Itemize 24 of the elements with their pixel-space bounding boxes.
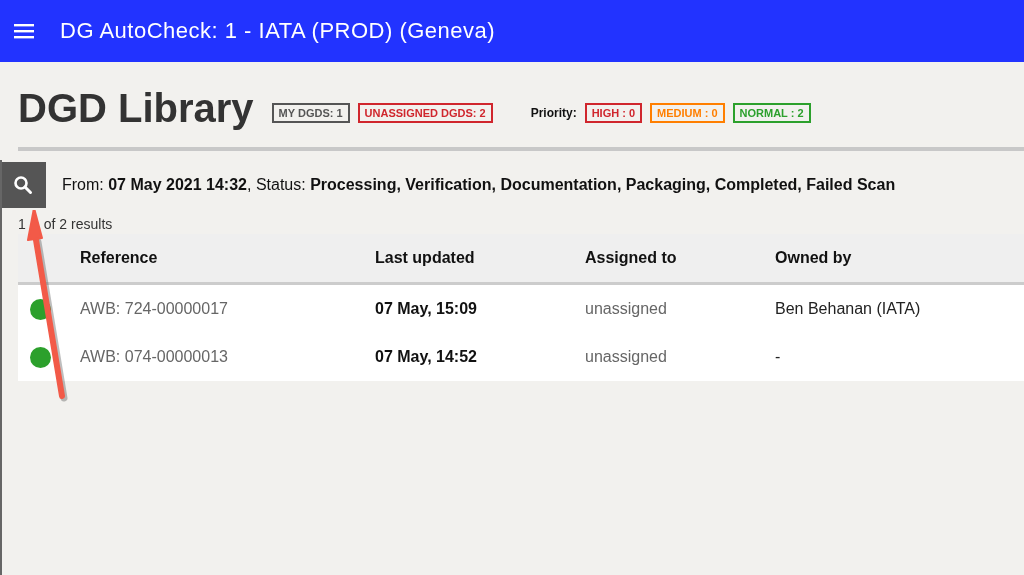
priority-label: Priority:: [530, 105, 577, 120]
table-cell-text: AWB: 074-00000013: [79, 348, 229, 366]
menu-icon[interactable]: [14, 23, 34, 39]
table-cell-text: Ben Behanan (IATA): [774, 300, 922, 318]
table-cell-text: -: [774, 348, 782, 366]
column-header[interactable]: Owned by: [757, 249, 1024, 267]
counter-badge[interactable]: MY DGDS: 1: [271, 102, 350, 123]
table-cell-text: 07 May, 14:52: [374, 348, 478, 366]
table-cell-text: unassigned: [584, 348, 668, 366]
page-title: DGD Library: [18, 86, 254, 131]
priority-badge[interactable]: HIGH : 0: [584, 102, 643, 123]
search-button[interactable]: [0, 162, 46, 208]
counter-badge[interactable]: UNASSIGNED DGDS: 2: [357, 102, 493, 123]
app-title: DG AutoCheck: 1 - IATA (PROD) (Geneva): [60, 18, 496, 44]
filter-summary: From: 07 May 2021 14:32, Status: Processing, Verification, Documentation, Packaging, Completed, Failed Scan: [62, 176, 896, 194]
column-header[interactable]: Assigned to: [567, 249, 757, 267]
results-start: 1: [18, 216, 26, 232]
column-header[interactable]: Last updated: [357, 249, 567, 267]
table-cell-text: AWB: 724-00000017: [79, 300, 229, 318]
column-header[interactable]: Reference: [62, 249, 357, 267]
table-cell-text: unassigned: [584, 300, 668, 318]
table-cell-text: 07 May, 15:09: [374, 300, 478, 318]
search-icon: [13, 175, 33, 195]
results-count: of 2 results: [43, 216, 113, 232]
